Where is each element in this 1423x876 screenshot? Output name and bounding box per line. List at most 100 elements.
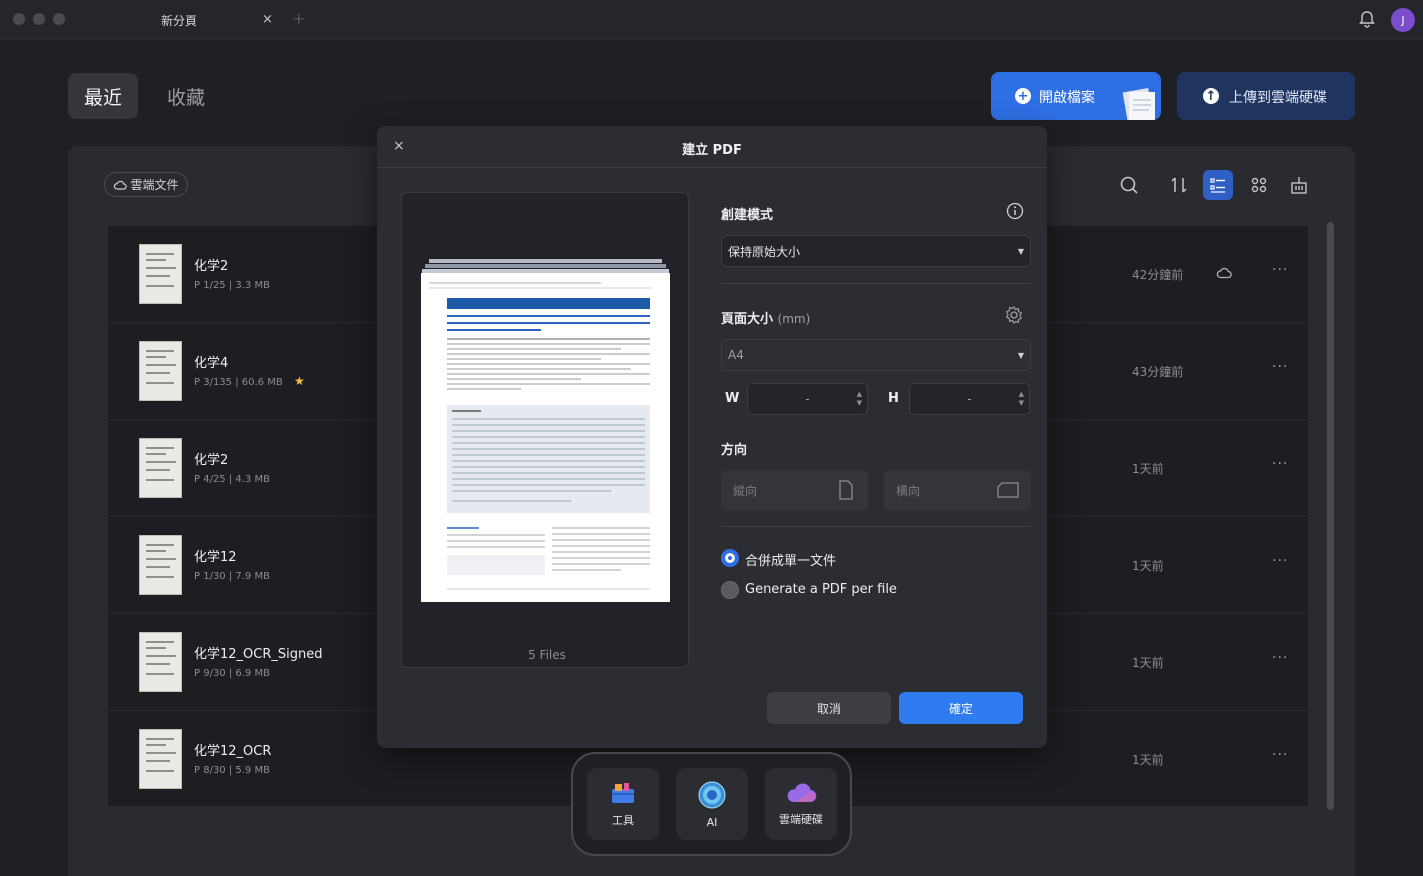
file-name: 化学2 [194,453,229,468]
file-time: 42分鐘前 [1132,268,1184,282]
file-name: 化学12_OCR_Signed [194,647,323,662]
upload-arrow-icon: ↑ [1203,88,1219,104]
divider [721,283,1031,284]
search-icon[interactable] [1114,170,1144,200]
file-time: 1天前 [1132,559,1164,573]
list-scrollbar[interactable] [1327,222,1334,810]
file-thumbnail [139,244,182,304]
landscape-label: 橫向 [896,483,921,498]
file-thumbnail [139,341,182,401]
pdf-page-preview [421,273,670,602]
bell-icon[interactable] [1357,9,1377,29]
upload-cloud-button[interactable]: ↑ 上傳到雲端硬碟 [1177,72,1355,120]
window-minimize-dot[interactable] [33,13,45,25]
bottom-dock: 工具 AI 雲端硬碟 [571,752,852,856]
tab-favorites[interactable]: 收藏 [152,73,220,119]
file-name: 化学12_OCR [194,744,272,759]
cloud-drive-icon [787,783,817,803]
create-mode-value: 保持原始大小 [728,244,801,259]
gear-icon[interactable] [1004,305,1024,325]
more-icon[interactable]: ··· [1272,456,1288,472]
more-icon[interactable]: ··· [1272,359,1288,375]
file-meta: P 8/30 | 5.9 MB [194,765,270,776]
dock-ai[interactable]: AI [676,768,748,840]
tab-close-icon[interactable]: × [262,12,273,27]
divider [721,526,1031,527]
portrait-page-icon [839,480,853,500]
more-icon[interactable]: ··· [1272,262,1288,278]
files-preview: 5 Files [401,192,689,668]
toolbox-icon [612,783,634,803]
confirm-button[interactable]: 確定 [899,692,1023,724]
stepper-arrows-icon[interactable]: ▲ ▼ [1019,390,1024,408]
open-file-button[interactable]: + 開啟檔案 [991,72,1161,120]
dock-ai-label: AI [706,815,718,829]
dock-tools-label: 工具 [612,814,634,827]
file-meta: P 1/25 | 3.3 MB [194,280,270,291]
cloud-docs-filter[interactable]: 雲端文件 [104,172,188,197]
tab-recent[interactable]: 最近 [68,73,138,119]
dialog-title: 建立 PDF [682,143,742,158]
file-meta: P 1/30 | 7.9 MB [194,571,270,582]
landscape-option[interactable]: 橫向 [884,470,1031,510]
file-thumbnail [139,438,182,498]
per-file-radio[interactable] [721,581,739,599]
file-time: 1天前 [1132,656,1164,670]
window-close-dot[interactable] [13,13,25,25]
cloud-docs-label: 雲端文件 [130,178,179,192]
window-zoom-dot[interactable] [53,13,65,25]
documents-illustration-icon [1122,87,1155,120]
width-value: - [805,392,810,406]
upload-cloud-label: 上傳到雲端硬碟 [1229,90,1327,106]
new-tab-icon[interactable]: + [292,9,305,28]
cloud-synced-icon [1216,267,1232,279]
chevron-down-icon: ▼ [1017,247,1024,256]
page-size-select[interactable]: A4 ▼ [721,339,1031,371]
dock-cloud-drive-label: 雲端硬碟 [779,813,823,826]
info-icon[interactable] [1006,202,1024,220]
merge-radio[interactable] [721,549,739,567]
tab-title: 新分頁 [161,13,198,28]
page-stack [429,259,662,263]
clean-icon[interactable] [1284,170,1314,200]
more-icon[interactable]: ··· [1272,650,1288,666]
file-time: 1天前 [1132,462,1164,476]
cancel-button[interactable]: 取消 [767,692,891,724]
width-stepper[interactable]: - ▲ ▼ [747,383,868,415]
browser-tab[interactable]: 新分頁 × [140,0,290,40]
dialog-header: × 建立 PDF [377,126,1047,168]
file-name: 化学12 [194,550,237,565]
height-stepper[interactable]: - ▲ ▼ [909,383,1030,415]
user-avatar[interactable]: J [1391,8,1415,32]
dock-tools[interactable]: 工具 [587,768,659,840]
file-time: 43分鐘前 [1132,365,1184,379]
portrait-option[interactable]: 縱向 [721,470,868,510]
cloud-icon [114,180,128,190]
portrait-label: 縱向 [733,483,758,498]
page-size-value: A4 [728,348,744,362]
file-name: 化学2 [194,259,229,274]
create-mode-label: 創建模式 [721,208,774,223]
sort-icon[interactable] [1164,170,1194,200]
landscape-page-icon [997,482,1019,498]
file-time: 1天前 [1132,753,1164,767]
height-label: H [888,391,899,406]
dock-cloud-drive[interactable]: 雲端硬碟 [765,768,837,840]
file-thumbnail [139,632,182,692]
star-icon[interactable]: ★ [294,374,305,388]
file-meta: P 4/25 | 4.3 MB [194,474,270,485]
grid-view-icon[interactable] [1244,170,1274,200]
merge-option-label: 合併成單一文件 [745,554,837,569]
more-icon[interactable]: ··· [1272,553,1288,569]
orientation-label: 方向 [721,443,748,458]
list-view-icon[interactable] [1203,170,1233,200]
page-size-label: 頁面大小 (mm) [721,312,811,327]
more-icon[interactable]: ··· [1272,747,1288,763]
chevron-down-icon: ▼ [1017,351,1024,360]
create-pdf-dialog: × 建立 PDF 5 Files 創建模式 保持原始大小 ▼ 頁面大小 (mm)… [377,126,1047,748]
per-file-option-label: Generate a PDF per file [745,582,897,597]
create-mode-select[interactable]: 保持原始大小 ▼ [721,235,1031,267]
width-label: W [725,391,740,406]
stepper-arrows-icon[interactable]: ▲ ▼ [857,390,862,408]
file-thumbnail [139,729,182,789]
